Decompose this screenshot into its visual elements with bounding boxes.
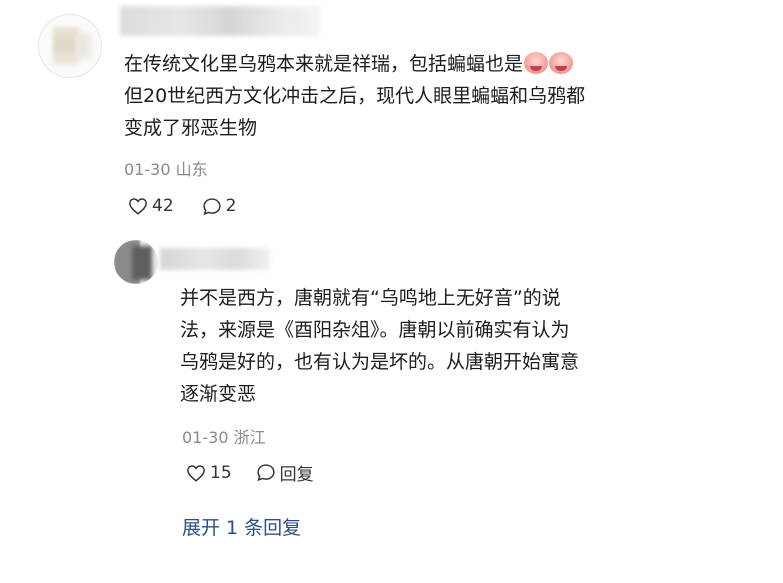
- comment-meta: 01-30 山东: [124, 156, 208, 180]
- reply-actions: 15 回复: [186, 460, 314, 485]
- expand-replies-link[interactable]: 展开 1 条回复: [182, 513, 301, 540]
- like-button[interactable]: 42: [128, 196, 174, 216]
- reply-line-2: 法，来源是《酉阳杂俎》。唐朝以前确实有认为: [180, 319, 570, 341]
- reply-line-1: 并不是西方，唐朝就有“乌鸣地上无好音”的说: [180, 287, 561, 309]
- comment-line-1: 在传统文化里乌鸦本来就是祥瑞，包括蝙蝠也是: [124, 53, 524, 75]
- crying-face-emoji-icon: [549, 52, 574, 74]
- heart-icon: [187, 464, 205, 482]
- reply-label: 回复: [279, 465, 314, 485]
- comment-date: 01-30: [124, 160, 171, 179]
- comment-actions: 42 2: [128, 196, 236, 216]
- reply-line-3: 乌鸦是好的，也有认为是坏的。从唐朝开始寓意: [180, 351, 580, 373]
- reply-date: 01-30: [182, 428, 229, 447]
- reply-text: 并不是西方，唐朝就有“乌鸣地上无好音”的说 法，来源是《酉阳杂俎》。唐朝以前确实…: [180, 282, 680, 410]
- reply-button[interactable]: 2: [202, 196, 237, 216]
- comment-thread: 在传统文化里乌鸦本来就是祥瑞，包括蝙蝠也是 但20世纪西方文化冲击之后，现代人眼…: [0, 0, 783, 583]
- reply-avatar[interactable]: [114, 240, 158, 284]
- username-blurred[interactable]: [120, 6, 320, 36]
- reply-reply-button[interactable]: 回复: [256, 460, 314, 485]
- comment-text: 在传统文化里乌鸦本来就是祥瑞，包括蝙蝠也是 但20世纪西方文化冲击之后，现代人眼…: [124, 48, 684, 144]
- comment-line-3: 变成了邪恶生物: [124, 117, 258, 139]
- reply-like-count: 15: [210, 462, 232, 483]
- comment-bubble-icon: [257, 464, 275, 482]
- like-count: 42: [152, 196, 174, 216]
- reply-count: 2: [225, 196, 237, 216]
- reply-location: 浙江: [233, 428, 266, 447]
- reply-meta: 01-30 浙江: [182, 424, 266, 448]
- reply-line-4: 逐渐变恶: [180, 383, 257, 405]
- reply-username-blurred[interactable]: [160, 248, 270, 270]
- crying-face-emoji-icon: [524, 52, 549, 74]
- avatar[interactable]: [38, 14, 102, 78]
- heart-icon: [129, 198, 147, 215]
- comment-line-2: 但20世纪西方文化冲击之后，现代人眼里蝙蝠和乌鸦都: [124, 85, 586, 107]
- reply-like-button[interactable]: 15: [186, 463, 232, 483]
- comment-location: 山东: [175, 160, 208, 179]
- comment-bubble-icon: [203, 197, 221, 215]
